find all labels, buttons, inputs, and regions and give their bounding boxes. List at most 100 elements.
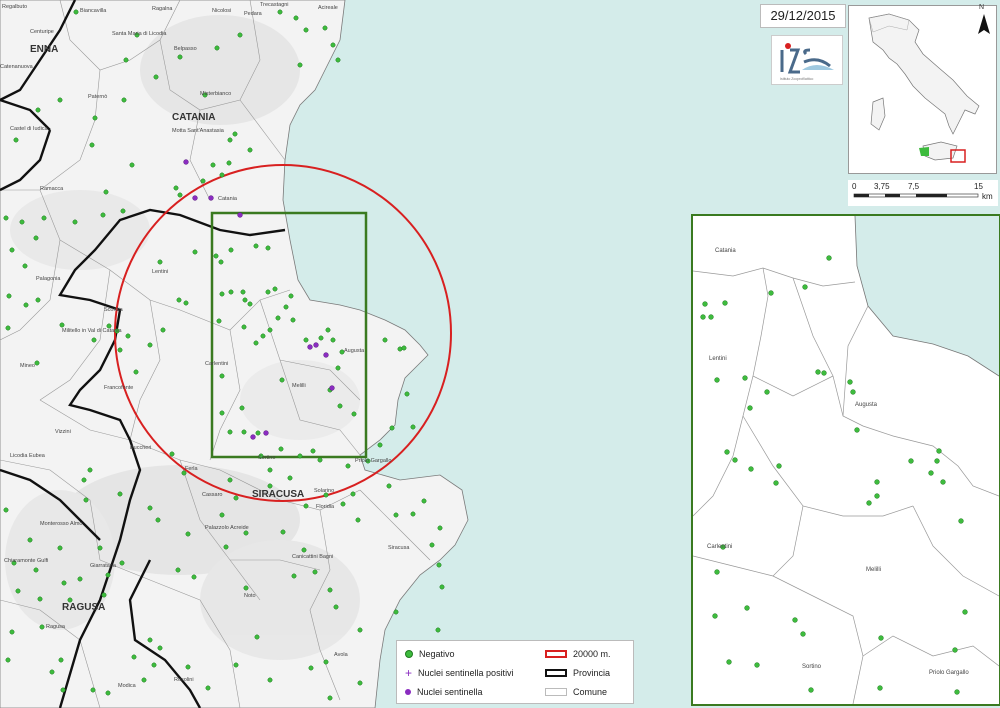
- map-point: [213, 253, 219, 259]
- map-point: [267, 483, 273, 489]
- map-point: [404, 391, 410, 397]
- map-point: [330, 337, 336, 343]
- map-point: [35, 297, 41, 303]
- label-siracusa-small: Siracusa: [388, 545, 410, 551]
- legend-negative: Negativo: [405, 649, 455, 659]
- map-point: [208, 195, 214, 201]
- map-point: [291, 573, 297, 579]
- scale-unit: km: [982, 192, 993, 201]
- map-point: [310, 448, 316, 454]
- map-point: [436, 562, 442, 568]
- label-lentini: Lentini: [152, 269, 168, 275]
- map-point: [192, 249, 198, 255]
- label-solarino: Solarino: [314, 488, 334, 494]
- map-point: [120, 208, 126, 214]
- map-point: [351, 411, 357, 417]
- map-point: [59, 322, 65, 328]
- map-point: [255, 430, 261, 436]
- map-point: [808, 687, 814, 693]
- map-point: [151, 662, 157, 668]
- legend-province-swatch: [545, 669, 567, 677]
- map-point: [117, 347, 123, 353]
- label-biancavilla: Biancavilla: [80, 8, 107, 14]
- map-point: [103, 189, 109, 195]
- map-point: [243, 530, 249, 536]
- map-point: [250, 434, 256, 440]
- map-point: [877, 685, 883, 691]
- map-point: [327, 695, 333, 701]
- label-floridia: Floridia: [316, 504, 335, 510]
- map-point: [397, 346, 403, 352]
- detail-label-augusta: Augusta: [855, 402, 878, 408]
- detail-label-lentini: Lentini: [709, 356, 727, 362]
- map-point: [279, 377, 285, 383]
- map-point: [57, 97, 63, 103]
- map-point: [874, 479, 880, 485]
- map-point: [815, 369, 821, 375]
- izsve-logo: Istituto Zooprofilattico: [771, 35, 843, 85]
- legend-province: Provincia: [545, 668, 610, 678]
- map-point: [119, 560, 125, 566]
- date-label: 29/12/2015: [760, 4, 846, 28]
- legend-sentinel-label: Nuclei sentinella: [417, 687, 483, 697]
- map-point: [954, 689, 960, 695]
- map-point: [81, 477, 87, 483]
- label-scordia: Scordia: [104, 307, 124, 313]
- label-catenanuova: Catenanuova: [0, 64, 34, 70]
- map-point: [34, 360, 40, 366]
- map-point: [714, 569, 720, 575]
- detail-sea: [855, 216, 999, 376]
- map-point: [121, 97, 127, 103]
- label-paterno: Paternò: [88, 94, 107, 100]
- map-point: [226, 160, 232, 166]
- map-point: [318, 335, 324, 341]
- map-point: [133, 369, 139, 375]
- map-point: [183, 159, 189, 165]
- detail-map[interactable]: Catania Lentini Augusta Carlentini Melil…: [691, 214, 1000, 706]
- map-point: [303, 503, 309, 509]
- detail-label-sortino: Sortino: [802, 664, 822, 670]
- map-point: [73, 9, 79, 15]
- map-point: [157, 259, 163, 265]
- map-point: [240, 289, 246, 295]
- map-point: [722, 300, 728, 306]
- map-point: [962, 609, 968, 615]
- map-point: [92, 115, 98, 121]
- map-point: [87, 467, 93, 473]
- map-point: [742, 375, 748, 381]
- map-point: [153, 74, 159, 80]
- map-point: [386, 483, 392, 489]
- map-point: [253, 340, 259, 346]
- map-point: [61, 580, 67, 586]
- map-point: [169, 451, 175, 457]
- map-point: [792, 617, 798, 623]
- label-palazzolo: Palazzolo Acreide: [205, 525, 249, 531]
- map-point: [323, 352, 329, 358]
- label-canicattini: Canicattini Bagni: [292, 554, 333, 560]
- label-monterosso: Monterosso Almo: [40, 521, 83, 527]
- map-point: [57, 545, 63, 551]
- map-point: [702, 301, 708, 307]
- map-point: [13, 137, 19, 143]
- map-point: [435, 627, 441, 633]
- map-point: [160, 327, 166, 333]
- map-point: [350, 491, 356, 497]
- label-castel-iudica: Castel di Iudica: [10, 126, 49, 132]
- map-point: [952, 647, 958, 653]
- legend-negative-label: Negativo: [419, 649, 455, 659]
- north-arrow: N: [972, 4, 996, 44]
- map-point: [6, 293, 12, 299]
- label-vizzini: Vizzini: [55, 429, 71, 435]
- map-point: [267, 467, 273, 473]
- label-centuripe: Centuripe: [30, 29, 54, 35]
- map-point: [928, 470, 934, 476]
- map-point: [764, 389, 770, 395]
- map-point: [290, 317, 296, 323]
- map-point: [185, 531, 191, 537]
- map-point: [393, 512, 399, 518]
- svg-text:Istituto Zooprofilattico: Istituto Zooprofilattico: [780, 77, 813, 81]
- map-point: [123, 57, 129, 63]
- map-point: [22, 263, 28, 269]
- map-point: [908, 458, 914, 464]
- map-point: [89, 142, 95, 148]
